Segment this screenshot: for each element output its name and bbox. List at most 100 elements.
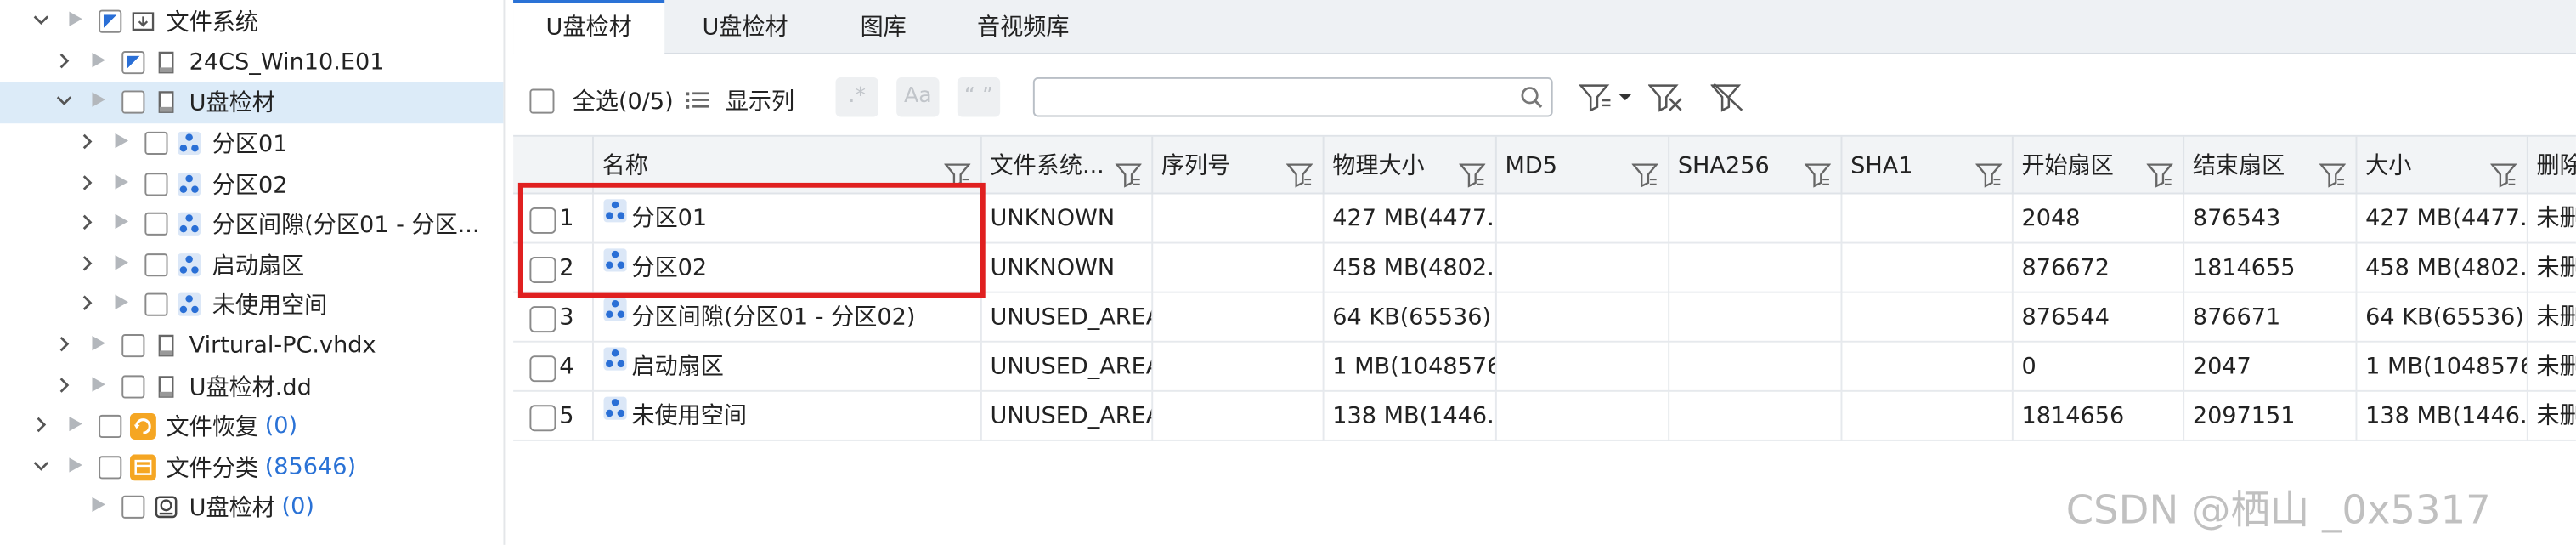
column-header-label: MD5 xyxy=(1505,153,1558,180)
column-header[interactable]: 文件系统... xyxy=(982,136,1154,195)
chevron-right-icon[interactable] xyxy=(56,334,72,357)
chevron-right-icon[interactable] xyxy=(79,132,95,155)
tree-item-checkbox[interactable] xyxy=(144,132,168,156)
list-icon xyxy=(686,92,709,109)
tree-item-checkbox[interactable] xyxy=(121,91,145,115)
column-filter-icon[interactable] xyxy=(2489,151,2517,194)
select-all-control[interactable]: 全选(0/5) xyxy=(529,84,674,117)
filter-dropdown-icon[interactable] xyxy=(1579,82,1635,112)
tree-item-checkbox[interactable] xyxy=(99,456,122,480)
row-checkbox[interactable] xyxy=(529,405,556,432)
tree-item[interactable]: 未使用空间 xyxy=(0,285,503,326)
column-filter-icon[interactable] xyxy=(1458,151,1486,194)
column-filter-icon[interactable] xyxy=(1974,151,2003,194)
column-header[interactable]: MD5 xyxy=(1497,136,1670,195)
cell-text: 458 MB(4802... xyxy=(2365,255,2528,282)
recover-icon xyxy=(129,413,167,440)
chevron-right-icon[interactable] xyxy=(79,213,95,236)
tree-item[interactable]: Virtural-PC.vhdx xyxy=(0,326,503,366)
table-row[interactable]: 3 分区间隙(分区01 - 分区02) UNUSED_AREA 64 KB(65536… xyxy=(513,292,2576,343)
table-row[interactable]: 5 未使用空间 UNUSED_AREA 138 MB(1446... 1814656 20… xyxy=(513,391,2576,441)
toolbar: 全选(0/5) 显示列 .* Aa “ ” xyxy=(513,56,2576,135)
play-marker-icon xyxy=(92,376,105,396)
select-all-checkbox[interactable] xyxy=(529,88,555,113)
column-header[interactable]: SHA256 xyxy=(1669,136,1843,195)
tab-audio-video[interactable]: 音视频库 xyxy=(947,0,1099,54)
cell-serial xyxy=(1153,194,1325,244)
tree-item-checkbox[interactable] xyxy=(144,293,168,317)
tree-item[interactable]: 分区02 xyxy=(0,163,503,204)
tree-item[interactable]: U盘检材.dd xyxy=(0,366,503,407)
filter-remove-icon[interactable] xyxy=(1710,82,1748,112)
show-columns-button[interactable]: 显示列 xyxy=(686,84,794,117)
tree-item-checkbox[interactable] xyxy=(121,374,145,398)
filter-clear-icon[interactable] xyxy=(1647,82,1685,112)
table-row[interactable]: 2 分区02 UNKNOWN 458 MB(4802... 876672 1814655 4… xyxy=(513,243,2576,293)
column-header[interactable]: 大小 xyxy=(2357,136,2528,195)
cell-size: 64 KB(65536) xyxy=(2357,292,2528,343)
column-header[interactable]: 开始扇区 xyxy=(2014,136,2185,195)
column-header[interactable]: 删除 xyxy=(2528,137,2575,195)
tree-item-checkbox[interactable] xyxy=(99,415,122,439)
whole-word-button[interactable]: “ ” xyxy=(957,77,1001,117)
play-marker-icon xyxy=(92,336,105,355)
tree-item-checkbox[interactable] xyxy=(121,334,145,358)
cell-text: 未删 xyxy=(2536,354,2575,381)
row-checkbox[interactable] xyxy=(529,207,556,234)
row-checkbox[interactable] xyxy=(529,257,556,284)
chevron-down-icon[interactable] xyxy=(33,10,49,33)
tree-item[interactable]: 文件恢复 (0) xyxy=(0,406,503,447)
chevron-right-icon[interactable] xyxy=(79,253,95,276)
tree-item[interactable]: 分区间隙(分区01 - 分区... xyxy=(0,204,503,245)
column-header[interactable]: 名称 xyxy=(594,136,982,195)
tab-u-disk-evidence[interactable]: U盘检材 xyxy=(513,0,665,54)
chevron-right-icon[interactable] xyxy=(79,173,95,196)
chevron-right-icon[interactable] xyxy=(79,294,95,317)
cell-text: 分区01 xyxy=(631,206,708,232)
column-header[interactable]: SHA1 xyxy=(1842,136,2014,195)
table-row[interactable]: 1 分区01 UNKNOWN 427 MB(4477... 2048 876543 427 … xyxy=(513,194,2576,244)
tree-item[interactable]: U盘检材 xyxy=(0,82,504,123)
chevron-right-icon[interactable] xyxy=(56,51,72,74)
cell-text: 2097151 xyxy=(2192,403,2296,430)
cell-text: UNUSED_AREA xyxy=(990,403,1154,430)
tree-item-checkbox[interactable] xyxy=(99,10,122,34)
chevron-right-icon[interactable] xyxy=(33,415,49,438)
tree-item[interactable]: 启动扇区 xyxy=(0,245,503,286)
chevron-down-icon[interactable] xyxy=(33,456,49,479)
tree-item[interactable]: 24CS_Win10.E01 xyxy=(0,43,503,83)
column-filter-icon[interactable] xyxy=(2146,151,2174,194)
row-checkbox[interactable] xyxy=(529,355,556,383)
column-header[interactable]: 结束扇区 xyxy=(2184,136,2358,195)
row-checkbox[interactable] xyxy=(529,306,556,333)
column-header[interactable]: 序列号 xyxy=(1153,136,1325,195)
tree-item-label: 24CS_Win10.E01 xyxy=(189,48,385,76)
tab-gallery[interactable]: 图库 xyxy=(826,0,941,54)
search-icon[interactable] xyxy=(1520,86,1543,109)
tab-u-disk-evidence-2[interactable]: U盘检材 xyxy=(671,0,819,54)
chevron-right-icon[interactable] xyxy=(56,375,72,398)
tree-item[interactable]: 分区01 xyxy=(0,123,503,164)
column-header[interactable]: 物理大小 xyxy=(1325,136,1497,195)
column-filter-icon[interactable] xyxy=(2319,151,2347,194)
column-filter-icon[interactable] xyxy=(943,151,971,194)
tree-item[interactable]: 文件分类 (85646) xyxy=(0,447,503,488)
regex-button[interactable]: .* xyxy=(835,77,878,117)
tree-item-checkbox[interactable] xyxy=(144,172,168,196)
play-marker-icon xyxy=(92,497,105,518)
tree-item[interactable]: 文件系统 xyxy=(0,2,503,43)
tree-item-checkbox[interactable] xyxy=(121,496,145,519)
column-filter-icon[interactable] xyxy=(1804,151,1832,194)
match-case-button[interactable]: Aa xyxy=(896,77,940,117)
column-filter-icon[interactable] xyxy=(1115,151,1143,194)
table-row[interactable]: 4 启动扇区 UNUSED_AREA 1 MB(1048576) 0 2047 1 MB(1… xyxy=(513,342,2576,392)
column-filter-icon[interactable] xyxy=(1631,151,1659,194)
chevron-down-icon[interactable] xyxy=(56,91,72,114)
pane-splitter[interactable] xyxy=(503,0,512,545)
search-input[interactable] xyxy=(1032,77,1553,117)
tree-item[interactable]: U盘检材 (0) xyxy=(0,487,503,528)
tree-item-checkbox[interactable] xyxy=(144,253,168,277)
column-filter-icon[interactable] xyxy=(1285,151,1313,194)
tree-item-checkbox[interactable] xyxy=(121,50,145,74)
tree-item-checkbox[interactable] xyxy=(144,213,168,236)
